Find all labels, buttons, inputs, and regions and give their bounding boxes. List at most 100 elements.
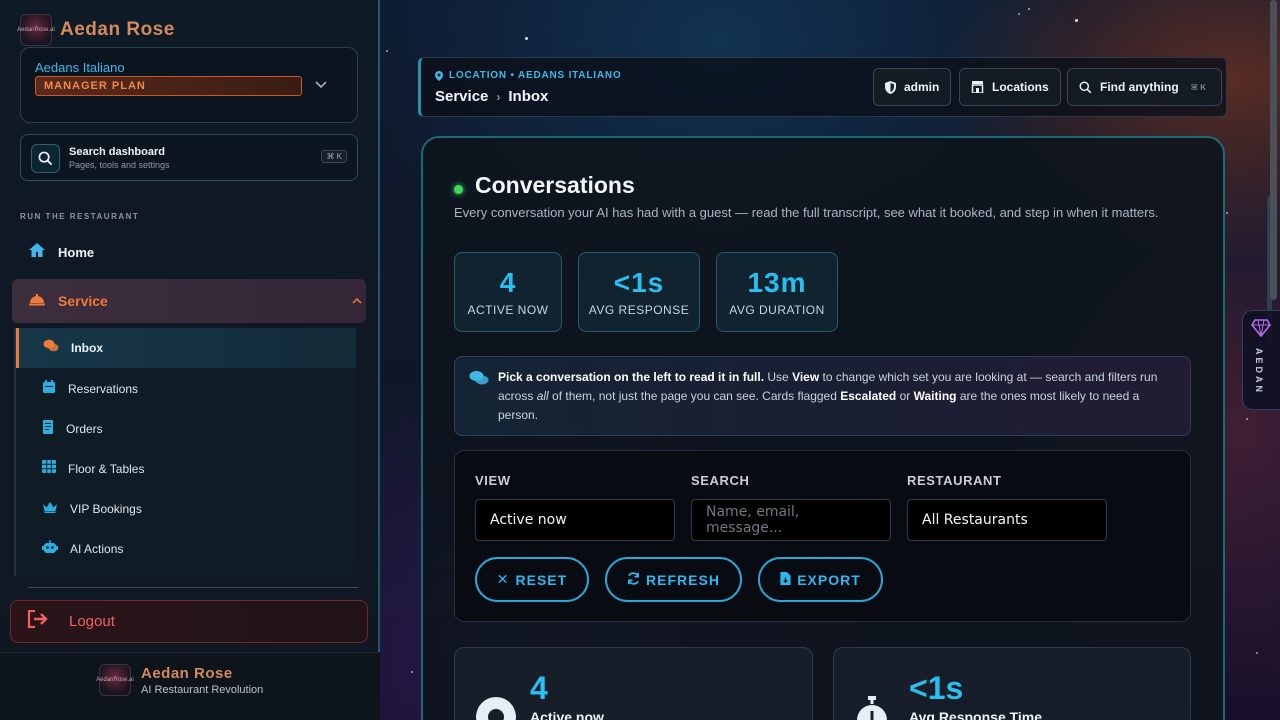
info-text: Pick a conversation on the left to read … [498, 370, 1158, 422]
sidebar-item-label: Home [58, 244, 95, 260]
logo-text: AedanRose.ai [96, 677, 134, 683]
reset-label: RESET [515, 571, 568, 588]
robot-icon [42, 539, 58, 559]
stat-value: <1s [613, 267, 665, 298]
footer-brand-name: Aedan Rose [141, 664, 233, 682]
admin-label: admin [904, 80, 940, 94]
star [411, 671, 413, 673]
location-switcher[interactable]: Aedans Italiano MANAGER PLAN [20, 47, 358, 123]
sidebar-item-label: Inbox [71, 341, 103, 355]
logout-icon [27, 609, 49, 633]
search-input[interactable]: Name, email, message... [691, 499, 891, 541]
find-anything-label: Find anything [1100, 80, 1179, 94]
diamond-icon [1251, 319, 1271, 342]
sidebar-item-home[interactable]: Home [20, 240, 350, 264]
page-description: Every conversation your AI has had with … [454, 205, 1159, 220]
brand-name: Aedan Rose [60, 19, 175, 40]
stat-avg-duration: 13m AVG DURATION [716, 252, 838, 332]
search-icon [1079, 80, 1092, 93]
breadcrumb-inbox: Inbox [508, 88, 549, 105]
footer-tagline: AI Restaurant Revolution [141, 683, 264, 696]
star [525, 37, 528, 40]
restaurant-select[interactable]: All Restaurants [907, 499, 1107, 541]
sidebar-item-service[interactable]: Service [12, 279, 366, 323]
search-dashboard-title: Search dashboard [69, 146, 165, 158]
reset-button[interactable]: ✕ RESET [475, 557, 589, 602]
view-select[interactable]: Active now [475, 499, 675, 541]
plan-badge: MANAGER PLAN [35, 76, 302, 96]
location-line: LOCATION • AEDANS ITALIANO [449, 70, 622, 81]
stat-value: 4 [499, 267, 517, 298]
map-pin-icon [435, 70, 443, 81]
chat-bubbles-icon [43, 339, 59, 358]
info-callout: Pick a conversation on the left to read … [454, 356, 1191, 436]
nav-section-label: RUN THE RESTAURANT [20, 212, 140, 221]
location-name: Aedans Italiano [35, 60, 125, 75]
file-export-icon [780, 571, 791, 588]
stopwatch-icon [854, 696, 890, 720]
sidebar-item-label: Floor & Tables [68, 462, 145, 476]
shortcut-badge: ⌘ K [1190, 82, 1207, 92]
calendar-icon [42, 379, 56, 399]
refresh-button[interactable]: REFRESH [605, 557, 742, 602]
brand[interactable]: AedanRose.ai Aedan Rose [17, 14, 175, 46]
star [1075, 19, 1078, 22]
sidebar-item-floor-tables[interactable]: Floor & Tables [16, 449, 356, 489]
sidebar-item-vip-bookings[interactable]: VIP Bookings [16, 489, 356, 529]
search-icon [31, 144, 60, 173]
person-icon [475, 696, 517, 720]
sidebar-item-label: AI Actions [70, 542, 124, 556]
star [386, 50, 388, 52]
breadcrumb-service[interactable]: Service [435, 88, 488, 105]
receipt-icon [42, 419, 54, 439]
sidebar-item-reservations[interactable]: Reservations [16, 369, 356, 409]
star [1028, 8, 1030, 10]
restaurant-label: RESTAURANT [907, 473, 1002, 488]
metric-value: 4 [530, 670, 548, 706]
search-dashboard-button[interactable]: Search dashboard Pages, tools and settin… [20, 134, 358, 181]
shortcut-badge: ⌘ K [321, 150, 347, 163]
sidebar-item-label: Service [58, 293, 108, 309]
chevron-down-icon[interactable] [315, 76, 327, 92]
search-dashboard-subtitle: Pages, tools and settings [69, 160, 170, 170]
sidebar-item-ai-actions[interactable]: AI Actions [16, 529, 356, 569]
stat-label: ACTIVE NOW [467, 303, 549, 317]
export-label: EXPORT [797, 571, 861, 588]
page-header: LOCATION • AEDANS ITALIANO Service › Inb… [418, 57, 1227, 117]
sidebar-item-inbox[interactable]: Inbox [16, 328, 356, 368]
logout-label: Logout [69, 613, 115, 630]
crown-icon [42, 500, 58, 518]
stat-label: AVG RESPONSE [588, 303, 690, 317]
chevron-up-icon [352, 293, 362, 307]
find-anything-button[interactable]: Find anything ⌘ K [1067, 68, 1223, 106]
stat-active-now: 4 ACTIVE NOW [454, 252, 562, 332]
logout-button[interactable]: Logout [10, 600, 368, 643]
divider [28, 587, 358, 588]
chevron-right-icon: › [496, 89, 501, 104]
stat-value: 13m [747, 267, 807, 298]
admin-button[interactable]: admin [873, 68, 952, 106]
metric-card-avg-response: <1s Avg Response Time [833, 647, 1191, 720]
refresh-icon [627, 571, 640, 588]
shield-icon [885, 80, 896, 94]
page-scrollbar-thumb[interactable] [1270, 0, 1277, 300]
refresh-label: REFRESH [646, 571, 720, 588]
service-submenu: Inbox Reservations Orders Floor & Tables… [14, 328, 356, 576]
metric-label: Avg Response Time [909, 709, 1043, 720]
star [1256, 652, 1258, 654]
metric-value: <1s [909, 670, 964, 706]
location-indicator: LOCATION • AEDANS ITALIANO [435, 70, 621, 81]
brand-logo: AedanRose.ai [17, 14, 55, 46]
sidebar-item-orders[interactable]: Orders [16, 409, 356, 449]
sidebar-item-label: Reservations [68, 382, 139, 396]
locations-button[interactable]: Locations [959, 68, 1061, 106]
star [1226, 212, 1228, 214]
page-title: Conversations [475, 172, 635, 198]
logo-text: AedanRose.ai [17, 27, 55, 33]
service-bell-icon [28, 292, 46, 311]
export-button[interactable]: EXPORT [758, 557, 883, 602]
stat-avg-response: <1s AVG RESPONSE [578, 252, 700, 332]
aedan-tab-label: AEDAN [1254, 348, 1264, 396]
breadcrumb: Service › Inbox [435, 88, 548, 105]
sidebar-item-label: VIP Bookings [70, 502, 142, 516]
